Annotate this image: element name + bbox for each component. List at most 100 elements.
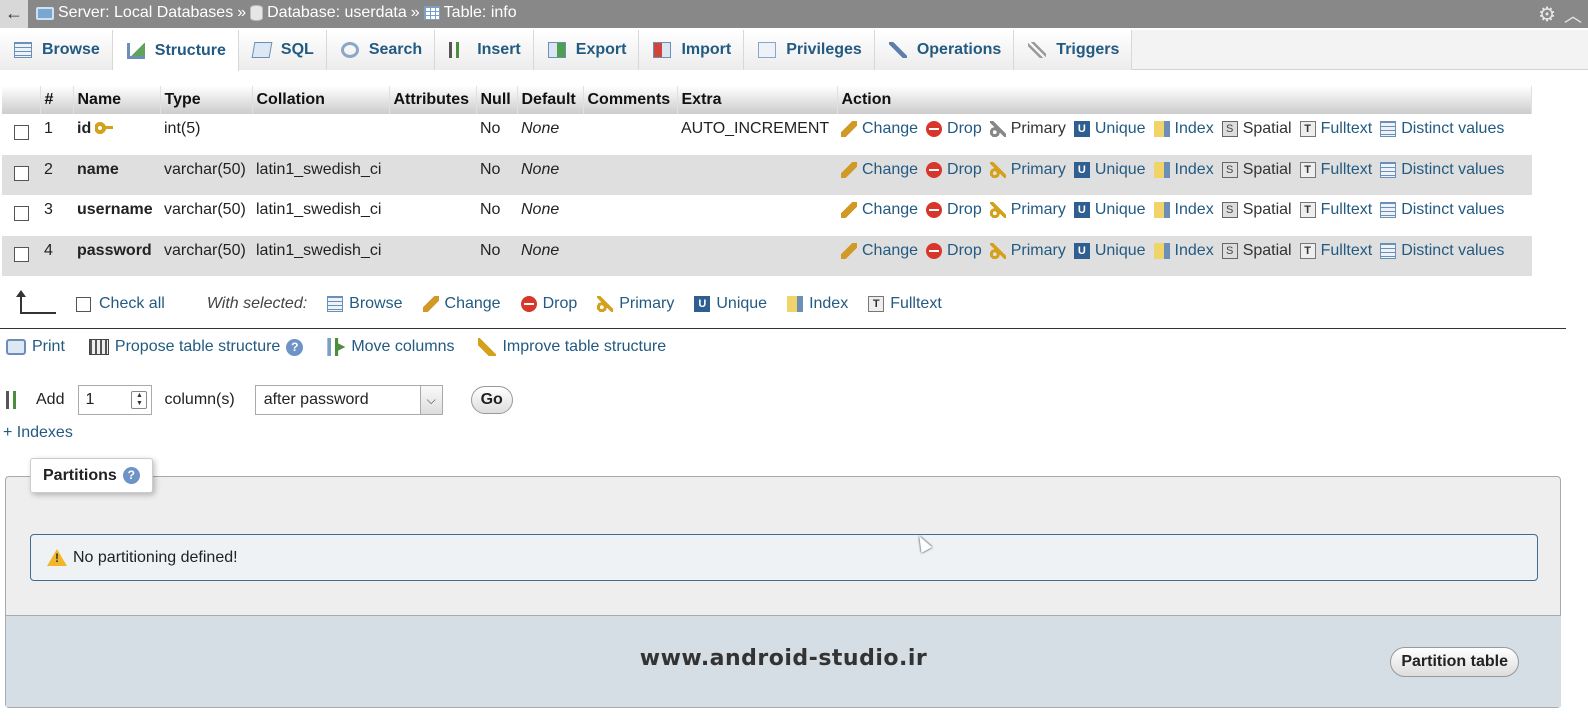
breadcrumb-database[interactable]: Database: userdata xyxy=(250,4,407,22)
improve-structure-link[interactable]: Improve table structure xyxy=(478,338,666,356)
breadcrumb-separator: » xyxy=(410,4,420,21)
collapse-icon[interactable]: ︿ xyxy=(1564,2,1582,28)
index-icon xyxy=(1153,202,1170,218)
check-all-label[interactable]: Check all xyxy=(99,295,165,313)
header-default[interactable]: Default xyxy=(517,86,584,114)
header-num[interactable]: # xyxy=(40,86,74,114)
distinct-values-action[interactable]: Distinct values xyxy=(1380,201,1504,219)
spatial-icon: S xyxy=(1221,161,1238,178)
row-checkbox[interactable] xyxy=(14,165,29,181)
bulk-drop-button[interactable]: Drop xyxy=(520,295,577,313)
distinct-values-action[interactable]: Distinct values xyxy=(1380,242,1504,260)
primary-action[interactable]: Primary xyxy=(989,161,1066,179)
drop-action[interactable]: Drop xyxy=(926,242,982,260)
change-action[interactable]: Change xyxy=(841,161,918,179)
tab-search[interactable]: Search xyxy=(326,30,436,70)
breadcrumb-server[interactable]: Server: Local Databases xyxy=(36,4,233,22)
index-action[interactable]: Index xyxy=(1153,120,1214,138)
header-null[interactable]: Null xyxy=(476,86,518,114)
breadcrumb-database-label[interactable]: Database: userdata xyxy=(267,4,407,22)
header-type[interactable]: Type xyxy=(160,86,253,114)
gear-icon[interactable]: ⚙ xyxy=(1538,2,1556,27)
cell-extra xyxy=(677,235,837,276)
index-action[interactable]: Index xyxy=(1153,201,1214,219)
fulltext-action[interactable]: T Fulltext xyxy=(1299,120,1372,138)
tab-insert-label: Insert xyxy=(477,41,521,58)
index-action[interactable]: Index xyxy=(1153,242,1214,260)
row-checkbox-cell xyxy=(2,235,40,276)
go-button[interactable]: Go xyxy=(470,386,513,414)
breadcrumb-server-label[interactable]: Server: Local Databases xyxy=(58,4,233,22)
tab-structure[interactable]: Structure xyxy=(112,30,239,71)
unique-action[interactable]: U Unique xyxy=(1073,242,1146,260)
cell-name: username xyxy=(73,195,160,236)
cell-type: varchar(50) xyxy=(160,154,252,195)
propose-structure-link[interactable]: Propose table structure? xyxy=(88,338,304,356)
cell-actions: Change Drop Primary U Unique Index S Spati… xyxy=(837,235,1532,276)
spatial-icon: S xyxy=(1221,121,1238,137)
change-action[interactable]: Change xyxy=(841,242,918,260)
tab-export[interactable]: Export xyxy=(533,30,640,70)
column-count-value[interactable]: 1 xyxy=(85,391,94,409)
unique-action[interactable]: U Unique xyxy=(1073,120,1146,138)
partition-table-button[interactable]: Partition table xyxy=(1390,647,1519,677)
tab-sql[interactable]: SQL xyxy=(238,30,327,70)
drop-action[interactable]: Drop xyxy=(926,120,982,138)
check-all[interactable]: Check all xyxy=(76,295,165,313)
bulk-primary-button[interactable]: Primary xyxy=(597,295,674,313)
tab-privileges[interactable]: Privileges xyxy=(744,30,875,70)
fulltext-action[interactable]: T Fulltext xyxy=(1299,201,1372,219)
move-columns-link[interactable]: Move columns xyxy=(327,338,454,356)
column-position-select[interactable]: after password ⌵ xyxy=(254,385,443,415)
header-collation[interactable]: Collation xyxy=(252,86,390,114)
tab-browse[interactable]: Browse xyxy=(0,30,113,70)
column-position-value[interactable]: after password xyxy=(264,391,369,409)
change-action[interactable]: Change xyxy=(841,201,918,219)
fulltext-action[interactable]: T Fulltext xyxy=(1299,242,1372,260)
back-arrow-icon[interactable]: ← xyxy=(0,0,28,28)
distinct-values-action[interactable]: Distinct values xyxy=(1380,120,1504,138)
drop-action[interactable]: Drop xyxy=(926,201,982,219)
chevron-down-icon[interactable]: ⌵ xyxy=(419,386,442,414)
print-link[interactable]: Print xyxy=(6,338,65,356)
unique-icon: U xyxy=(1073,202,1090,218)
bulk-index-button[interactable]: Index xyxy=(787,295,848,313)
row-checkbox[interactable] xyxy=(14,206,29,221)
indexes-toggle[interactable]: + Indexes xyxy=(3,424,73,442)
help-icon[interactable]: ? xyxy=(286,338,304,356)
breadcrumb-table[interactable]: Table: info xyxy=(423,4,517,22)
tab-operations[interactable]: Operations xyxy=(874,30,1015,70)
index-action[interactable]: Index xyxy=(1153,161,1214,179)
spatial-action: S Spatial xyxy=(1221,120,1292,138)
change-action[interactable]: Change xyxy=(841,120,918,138)
propose-structure-icon xyxy=(88,339,109,355)
header-attributes[interactable]: Attributes xyxy=(389,86,477,114)
row-checkbox[interactable] xyxy=(14,246,29,262)
tab-triggers[interactable]: Triggers xyxy=(1014,30,1133,70)
unique-label: Unique xyxy=(1094,160,1146,178)
bulk-change-button[interactable]: Change xyxy=(422,295,501,313)
bulk-fulltext-button[interactable]: T Fulltext xyxy=(868,295,942,313)
breadcrumb-table-label[interactable]: Table: info xyxy=(444,4,517,22)
header-extra[interactable]: Extra xyxy=(677,86,838,114)
tab-import[interactable]: Import xyxy=(639,30,745,70)
drop-action[interactable]: Drop xyxy=(926,161,982,179)
fulltext-action[interactable]: T Fulltext xyxy=(1299,161,1372,179)
unique-action[interactable]: U Unique xyxy=(1073,160,1146,179)
unique-action[interactable]: U Unique xyxy=(1073,201,1146,219)
bulk-browse-button[interactable]: Browse xyxy=(327,295,403,313)
spinner-icon[interactable]: ▲ ▼ xyxy=(131,391,148,409)
tab-insert[interactable]: Insert xyxy=(435,30,534,70)
primary-action[interactable]: Primary xyxy=(989,242,1066,260)
check-all-checkbox[interactable] xyxy=(76,296,91,312)
primary-action[interactable]: Primary xyxy=(989,201,1066,219)
field-name: name xyxy=(77,160,119,178)
column-count-input[interactable]: 1 ▲ ▼ xyxy=(78,385,153,415)
header-comments[interactable]: Comments xyxy=(583,86,678,114)
help-icon[interactable]: ? xyxy=(122,467,140,484)
row-checkbox[interactable] xyxy=(14,125,29,140)
distinct-values-action[interactable]: Distinct values xyxy=(1380,161,1504,179)
bulk-unique-button[interactable]: U Unique xyxy=(694,295,767,313)
header-name[interactable]: Name xyxy=(73,86,161,114)
cell-attributes xyxy=(389,114,476,155)
